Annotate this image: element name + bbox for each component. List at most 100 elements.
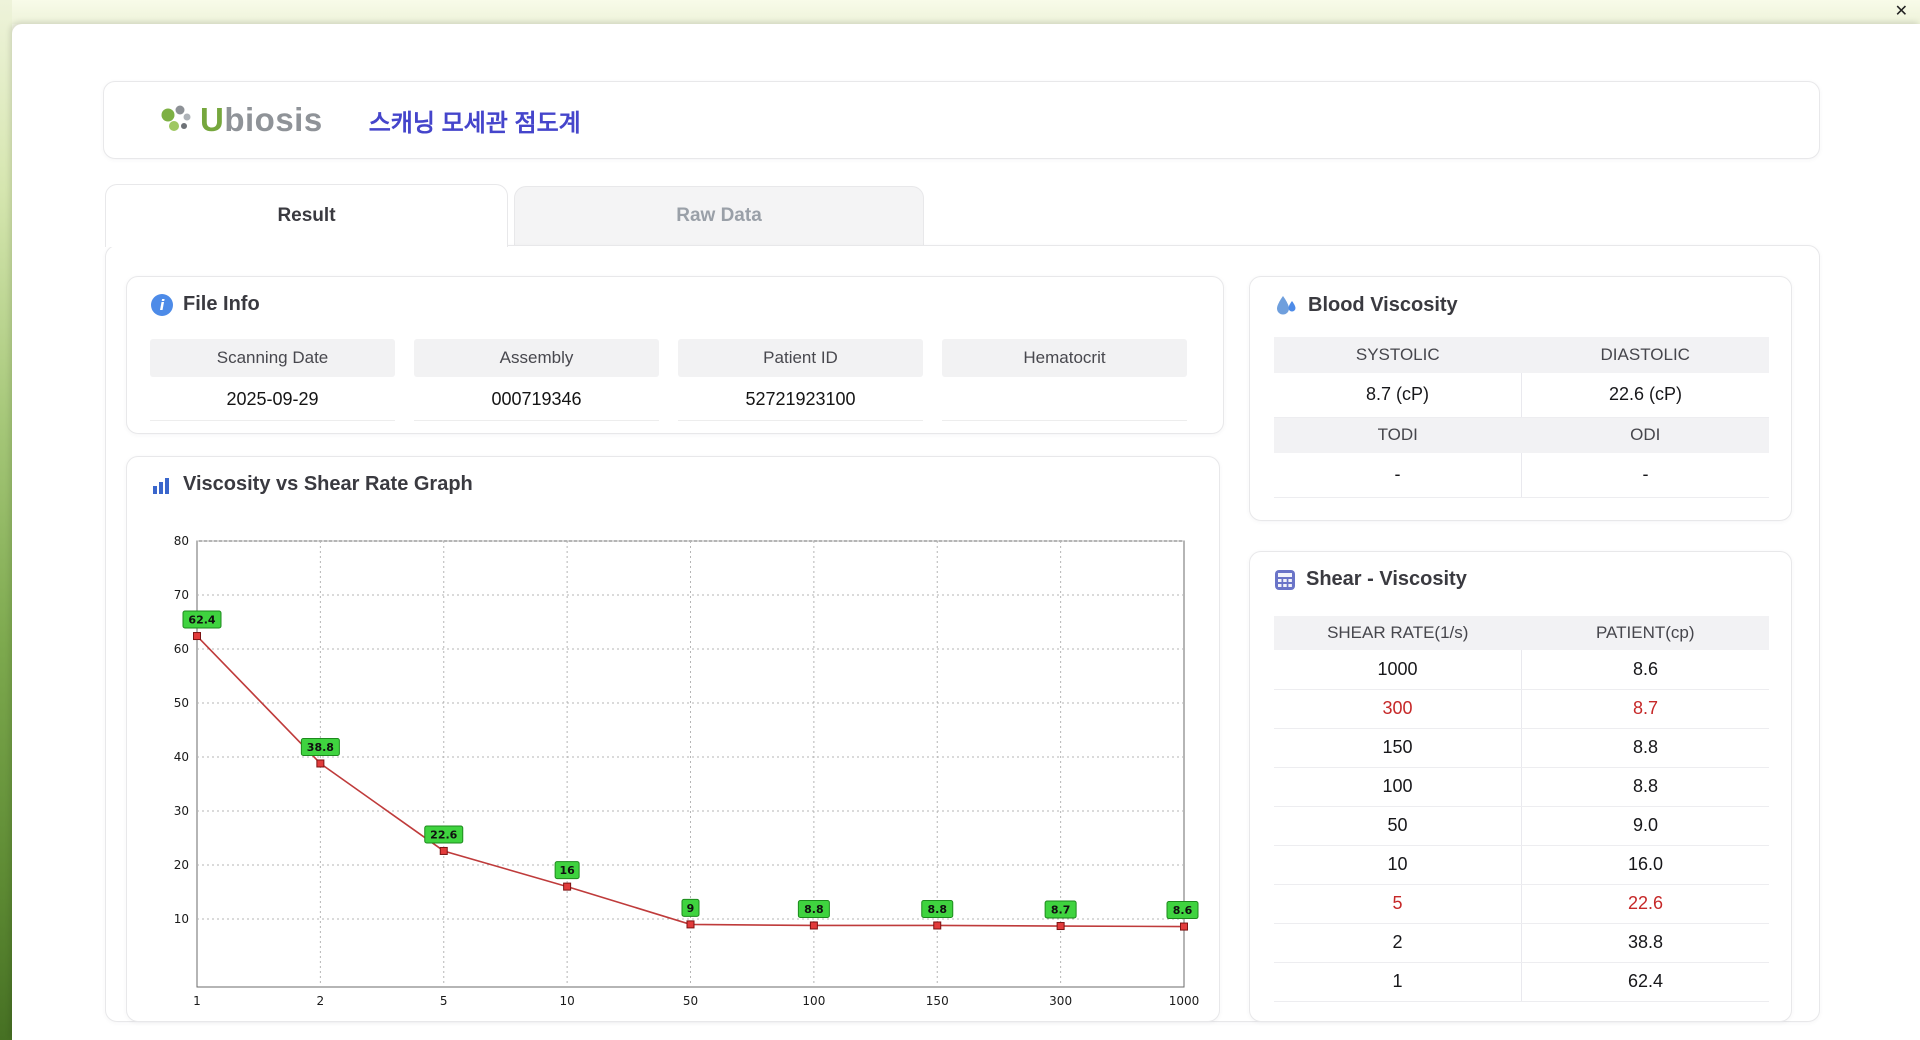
file-info-card: i File Info Scanning Date 2025-09-29 Ass…: [126, 276, 1224, 434]
shear-rate-column-header: SHEAR RATE(1/s): [1274, 616, 1522, 650]
shear-cell: 16.0: [1521, 845, 1769, 885]
shear-cell: 5: [1274, 884, 1522, 924]
bv-header-row: TODI ODI: [1274, 417, 1769, 453]
shear-cell: 50: [1274, 806, 1522, 846]
logo-text-rest: biosis: [224, 101, 323, 138]
shear-row: 100 8.8: [1274, 767, 1769, 807]
patient-column-header: PATIENT(cp): [1521, 616, 1769, 650]
odi-value: -: [1521, 453, 1769, 498]
systolic-label: SYSTOLIC: [1274, 337, 1522, 373]
shear-cell: 38.8: [1521, 923, 1769, 963]
app-header: Ubiosis 스캐닝 모세관 점도계: [103, 81, 1820, 159]
desktop-top-strip: [0, 0, 1920, 24]
diastolic-value: 22.6 (cP): [1521, 373, 1769, 418]
blood-viscosity-table: SYSTOLIC DIASTOLIC 8.7 (cP) 22.6 (cP) TO…: [1274, 337, 1769, 498]
shear-header-row: SHEAR RATE(1/s) PATIENT(cp): [1274, 616, 1769, 650]
shear-cell: 1000: [1274, 650, 1522, 690]
svg-text:20: 20: [174, 858, 189, 872]
shear-row: 1000 8.6: [1274, 650, 1769, 690]
tab-result[interactable]: Result: [105, 184, 508, 247]
logo-text: Ubiosis: [200, 101, 323, 139]
shear-cell: 8.8: [1521, 728, 1769, 768]
blood-viscosity-card: Blood Viscosity SYSTOLIC DIASTOLIC 8.7 (…: [1249, 276, 1792, 521]
close-window-button[interactable]: ✕: [1895, 2, 1908, 22]
graph-title-row: Viscosity vs Shear Rate Graph: [151, 473, 473, 496]
shear-cell: 9.0: [1521, 806, 1769, 846]
bv-header-row: SYSTOLIC DIASTOLIC: [1274, 337, 1769, 373]
svg-text:2: 2: [317, 994, 325, 1008]
viscosity-chart: 10 20 30 40 50 60 70 80 1 2 5 10 50 100 150 300 1000 62.4…: [174, 534, 1200, 1008]
svg-text:40: 40: [174, 750, 189, 764]
ubiosis-logo-icon: [161, 105, 191, 131]
svg-text:8.6: 8.6: [1173, 904, 1193, 917]
shear-cell: 300: [1274, 689, 1522, 729]
file-info-title-row: i File Info: [151, 293, 260, 316]
shear-cell: 22.6: [1521, 884, 1769, 924]
field-value: 2025-09-29: [150, 377, 395, 421]
tab-raw-data[interactable]: Raw Data: [514, 186, 924, 245]
svg-text:8.7: 8.7: [1051, 904, 1071, 917]
svg-text:50: 50: [174, 696, 189, 710]
droplets-icon: [1277, 296, 1296, 315]
shear-row: 10 16.0: [1274, 845, 1769, 885]
desktop-left-strip: [0, 0, 12, 1040]
field-scanning-date: Scanning Date 2025-09-29: [150, 339, 395, 421]
shear-cell: 10: [1274, 845, 1522, 885]
shear-cell: 8.6: [1521, 650, 1769, 690]
field-label: Patient ID: [678, 339, 923, 377]
svg-text:8.8: 8.8: [928, 903, 948, 916]
svg-text:22.6: 22.6: [430, 828, 457, 841]
field-label: Scanning Date: [150, 339, 395, 377]
svg-text:70: 70: [174, 588, 189, 602]
graph-title: Viscosity vs Shear Rate Graph: [183, 473, 473, 495]
svg-text:10: 10: [559, 994, 574, 1008]
svg-text:60: 60: [174, 642, 189, 656]
svg-text:5: 5: [440, 994, 448, 1008]
shear-cell: 8.7: [1521, 689, 1769, 729]
svg-text:8.8: 8.8: [804, 903, 824, 916]
shear-cell: 100: [1274, 767, 1522, 807]
shear-row: 150 8.8: [1274, 728, 1769, 768]
field-value: [942, 377, 1187, 421]
shear-viscosity-table: SHEAR RATE(1/s) PATIENT(cp) 1000 8.6 300 8.…: [1274, 616, 1769, 1002]
svg-text:16: 16: [559, 864, 575, 877]
svg-text:9: 9: [687, 902, 695, 915]
page-title: 스캐닝 모세관 점도계: [368, 109, 581, 137]
shear-cell: 1: [1274, 962, 1522, 1002]
file-info-title: File Info: [183, 293, 260, 315]
logo-text-accent: U: [200, 101, 225, 138]
svg-text:30: 30: [174, 804, 189, 818]
shear-table-body: 1000 8.6 300 8.7 150 8.8 100 8.8 50 9.0 10 16.0 5 22.…: [1274, 650, 1769, 1002]
shear-row: 300 8.7: [1274, 689, 1769, 729]
svg-text:300: 300: [1049, 994, 1072, 1008]
svg-text:50: 50: [683, 994, 698, 1008]
field-assembly: Assembly 000719346: [414, 339, 659, 421]
odi-label: ODI: [1521, 417, 1769, 453]
shear-row: 5 22.6: [1274, 884, 1769, 924]
svg-text:1: 1: [193, 994, 201, 1008]
bv-value-row: - -: [1274, 453, 1769, 498]
calculator-icon: [1275, 569, 1295, 590]
field-label: Assembly: [414, 339, 659, 377]
field-value: 52721923100: [678, 377, 923, 421]
shear-viscosity-title: Shear - Viscosity: [1306, 568, 1467, 590]
file-info-fields: Scanning Date 2025-09-29 Assembly 000719…: [150, 339, 1187, 421]
bar-chart-icon: [153, 477, 169, 494]
diastolic-label: DIASTOLIC: [1521, 337, 1769, 373]
shear-viscosity-title-row: Shear - Viscosity: [1274, 568, 1467, 591]
bv-value-row: 8.7 (cP) 22.6 (cP): [1274, 373, 1769, 418]
svg-text:150: 150: [926, 994, 949, 1008]
field-value: 000719346: [414, 377, 659, 421]
shear-viscosity-card: Shear - Viscosity SHEAR RATE(1/s) PATIEN…: [1249, 551, 1792, 1022]
shear-row: 1 62.4: [1274, 962, 1769, 1002]
field-label: Hematocrit: [942, 339, 1187, 377]
shear-cell: 150: [1274, 728, 1522, 768]
blood-viscosity-title: Blood Viscosity: [1308, 293, 1458, 316]
app-window: Ubiosis 스캐닝 모세관 점도계 Result Raw Data i Fi…: [12, 24, 1920, 1040]
svg-text:100: 100: [802, 994, 825, 1008]
shear-cell: 2: [1274, 923, 1522, 963]
svg-text:10: 10: [174, 912, 189, 926]
svg-text:38.8: 38.8: [307, 741, 334, 754]
shear-cell: 62.4: [1521, 962, 1769, 1002]
shear-row: 50 9.0: [1274, 806, 1769, 846]
